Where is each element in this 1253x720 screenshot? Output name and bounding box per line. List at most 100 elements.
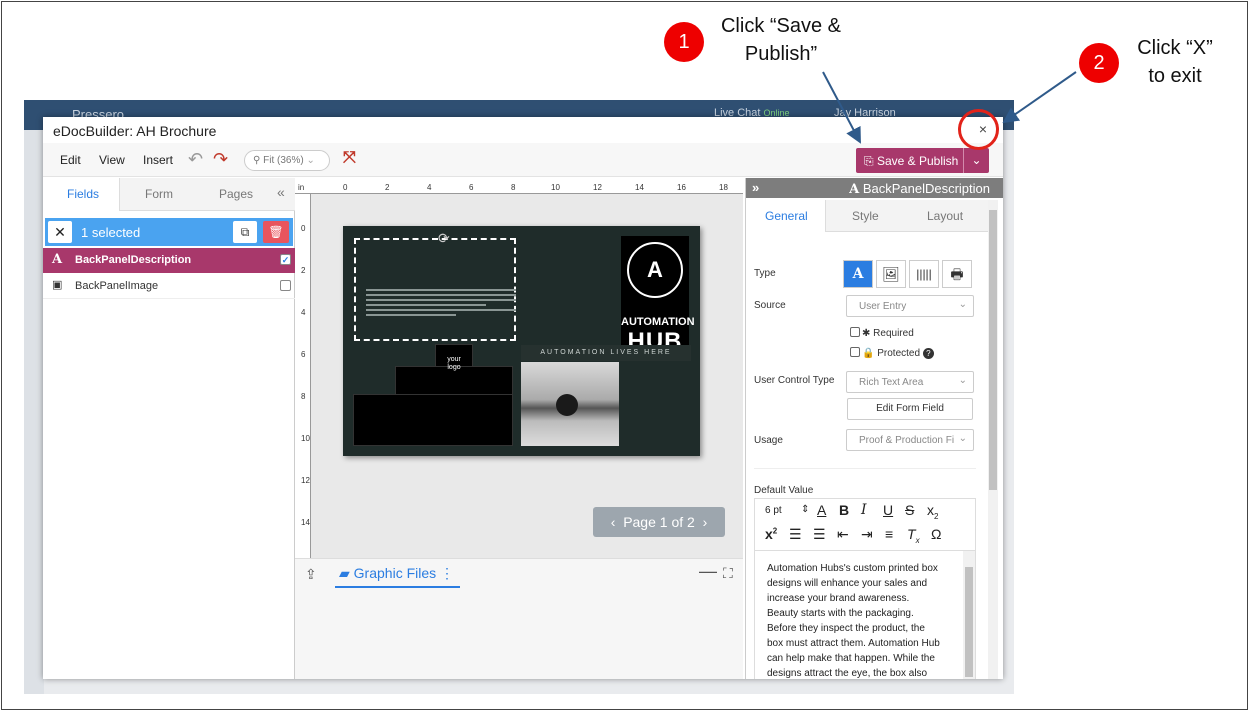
ruler-tick-label: 6 [469, 183, 474, 192]
tab-general[interactable]: General [765, 209, 808, 223]
annotation-badge-1: 1 [664, 22, 704, 62]
stepper-icon[interactable]: ⇕ [801, 504, 809, 515]
redo-icon[interactable]: ↷ [213, 149, 228, 170]
user-control-select[interactable]: Rich Text Area ⌄ [846, 371, 974, 393]
menu-insert[interactable]: Insert [143, 153, 173, 167]
usage-select[interactable]: Proof & Production Fi ⌄ [846, 429, 974, 451]
ruler-tick-label: 4 [301, 308, 306, 317]
usage-label: Usage [754, 435, 783, 446]
expand-icon[interactable]: ⤧ [343, 149, 356, 167]
selected-text-frame[interactable]: ⟳ [354, 230, 516, 341]
underline-icon[interactable]: U [883, 502, 893, 518]
help-icon[interactable]: ? [922, 348, 934, 359]
align-icon[interactable]: ≡ [885, 526, 893, 542]
image-icon[interactable]: 🖼 [876, 260, 906, 288]
selection-bar: ✕ 1 selected ⧉ 🗑 [45, 218, 293, 246]
barcode-icon[interactable]: ||||| [909, 260, 939, 288]
ruler-tick-label: 2 [301, 266, 306, 275]
tab-graphic-files[interactable]: ▰ Graphic Files ⋮ [335, 565, 461, 588]
protected-checkbox[interactable]: 🔒 Protected ? [850, 347, 934, 359]
box-logo: your logo [447, 356, 461, 371]
field-row[interactable]: ▣ BackPanelImage [43, 274, 295, 299]
properties-panel: » A BackPanelDescription General Style L… [745, 178, 1003, 679]
menu-edit[interactable]: Edit [60, 153, 81, 167]
text-type-button[interactable]: A [843, 260, 873, 288]
bold-icon[interactable]: B [839, 502, 849, 518]
maximize-icon[interactable]: ⛶ [723, 565, 733, 582]
zoom-select[interactable]: ⚲ Fit (36%) ⌄ [244, 150, 330, 171]
tagline: AUTOMATION LIVES HERE [521, 345, 691, 361]
annotation-text-2: Click “X” to exit [1137, 37, 1213, 87]
save-publish-button[interactable]: ⎘ Save & Publish ⌄ [856, 148, 989, 173]
tab-fields[interactable]: Fields [67, 187, 99, 201]
ruler-left: 0 2 4 6 8 10 12 14 [295, 194, 311, 558]
editor-line: designs will enhance your sales and [767, 578, 928, 589]
text-field-icon: A [849, 182, 860, 197]
editor-line: Beauty starts with the packaging. [767, 608, 914, 619]
indent-icon[interactable]: ⇥ [861, 526, 873, 543]
document-canvas[interactable]: in 0 2 4 6 8 10 12 14 16 18 0 2 4 6 8 10… [295, 178, 743, 558]
annotation-text-1: Click “Save & Publish” [720, 15, 842, 65]
numbered-list-icon[interactable]: ☰ [789, 526, 802, 543]
tab-style[interactable]: Style [852, 209, 879, 223]
asset-panel: ⇪ ▰ Graphic Files ⋮ — ⛶ [295, 558, 743, 679]
properties-title: BackPanelDescription [862, 181, 990, 196]
ruler-tick-label: 0 [301, 224, 306, 233]
duplicate-icon[interactable]: ⧉ [233, 221, 257, 243]
font-color-icon[interactable]: A [817, 502, 826, 518]
collapse-icon[interactable]: « [277, 184, 285, 200]
menu-view[interactable]: View [99, 153, 125, 167]
undo-icon[interactable]: ↶ [188, 149, 203, 170]
rotate-icon[interactable]: ⟳ [438, 230, 450, 247]
upload-icon[interactable]: ⇪ [305, 566, 317, 583]
clear-selection-button[interactable]: ✕ [48, 221, 72, 243]
chevron-right-icon[interactable]: › [703, 514, 708, 530]
outdent-icon[interactable]: ⇤ [837, 526, 849, 543]
field-checkbox[interactable]: ✓ [280, 254, 291, 265]
toolbar: Edit View Insert ↶ ↷ ⚲ Fit (36%) ⌄ ⤧ ⎘ S… [43, 143, 1003, 177]
document-page[interactable]: ⟳ A AUTOMATION HUB AUTOMATION LIVES HERE… [343, 226, 700, 456]
page-navigator[interactable]: ‹ Page 1 of 2 › [593, 507, 725, 537]
ruler-tick-label: 14 [635, 183, 644, 192]
tab-layout[interactable]: Layout [927, 209, 963, 223]
left-panel: Fields Form Pages « ✕ 1 selected ⧉ 🗑 A B… [43, 178, 295, 679]
subscript-icon[interactable]: x2 [927, 502, 938, 521]
field-row[interactable]: A BackPanelDescription ✓ [43, 248, 295, 273]
default-value-label: Default Value [754, 485, 814, 496]
tab-form[interactable]: Form [145, 187, 173, 201]
left-tabs: Fields Form Pages « [43, 178, 295, 211]
default-value-editor[interactable]: Automation Hubs's custom printed box des… [754, 550, 976, 679]
properties-scrollbar[interactable] [988, 200, 998, 679]
field-checkbox[interactable] [280, 280, 291, 291]
more-icon[interactable]: ⋮ [440, 565, 454, 581]
clear-format-icon[interactable]: Tx [907, 526, 920, 545]
bullet-list-icon[interactable]: ☰ [813, 526, 826, 543]
minimize-icon[interactable]: — [699, 561, 717, 582]
italic-icon[interactable]: I [861, 502, 867, 518]
tab-pages[interactable]: Pages [219, 187, 253, 201]
chevron-down-icon: ⌄ [958, 375, 967, 386]
ruler-tick-label: 10 [301, 434, 310, 443]
chevron-down-icon[interactable]: ⌄ [963, 148, 989, 173]
rich-text-toolbar: 6 pt ⇕ A B I U S x2 x2 ☰ ☰ ⇤ ⇥ ≡ Tx Ω [754, 498, 976, 550]
font-size-select[interactable]: 6 pt [765, 505, 782, 516]
printer-icon[interactable]: 🖶 [942, 260, 972, 288]
trash-icon[interactable]: 🗑 [263, 221, 289, 243]
special-char-icon[interactable]: Ω [931, 526, 941, 542]
superscript-icon[interactable]: x2 [765, 526, 777, 542]
strikethrough-icon[interactable]: S [905, 502, 914, 518]
field-name: BackPanelDescription [75, 254, 192, 266]
automation-hub-logo: A AUTOMATION HUB [621, 236, 695, 360]
chevron-down-icon: ⌄ [958, 433, 967, 444]
ruler-tick-label: 2 [385, 183, 390, 192]
editor-scrollbar[interactable] [963, 551, 975, 679]
editor-line: box must attract them. Automation Hub [767, 638, 940, 649]
required-checkbox[interactable]: ✱ Required [850, 327, 914, 339]
selected-count: 1 selected [81, 225, 141, 240]
chevron-left-icon[interactable]: ‹ [611, 514, 616, 530]
collapse-icon[interactable]: » [752, 180, 759, 195]
properties-tabs: General Style Layout [746, 200, 988, 232]
image-field-icon: ▣ [52, 278, 63, 291]
edit-form-field-button[interactable]: Edit Form Field [847, 398, 973, 420]
source-select[interactable]: User Entry ⌄ [846, 295, 974, 317]
